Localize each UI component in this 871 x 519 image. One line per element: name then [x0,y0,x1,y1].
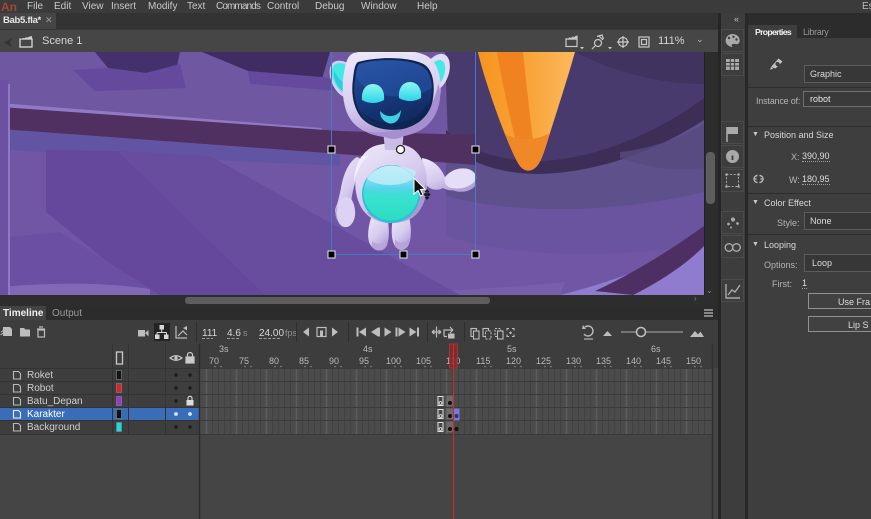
svg-text:24.00: 24.00 [259,328,284,339]
svg-text:130: 130 [566,356,581,366]
svg-text:Batu_Depan: Batu_Depan [27,396,83,407]
svg-text:Background: Background [27,422,80,433]
svg-text:120: 120 [506,356,521,366]
svg-text:80: 80 [269,356,279,366]
svg-text:s: s [243,328,248,338]
svg-text:6s: 6s [651,344,661,354]
svg-text:135: 135 [596,356,611,366]
svg-text:115: 115 [476,356,490,366]
svg-text:95: 95 [359,356,369,366]
svg-text:100: 100 [386,356,401,366]
svg-text:5s: 5s [507,344,517,354]
svg-text:4.6: 4.6 [227,328,241,339]
svg-text:111: 111 [202,328,218,339]
svg-text:Robot: Robot [27,383,54,394]
svg-text:4s: 4s [363,344,373,354]
svg-text:145: 145 [656,356,671,366]
svg-text:140: 140 [626,356,641,366]
svg-text:75: 75 [239,356,249,366]
svg-text:150: 150 [686,356,701,366]
svg-text:90: 90 [329,356,339,366]
svg-text:105: 105 [416,356,431,366]
svg-text:70: 70 [209,356,219,366]
svg-text:Roket: Roket [27,370,53,381]
svg-text:3s: 3s [219,344,229,354]
svg-text:125: 125 [536,356,551,366]
svg-text:fps: fps [285,328,298,338]
svg-text:Karakter: Karakter [27,409,65,420]
svg-text:Timeline: Timeline [3,308,44,319]
svg-text:85: 85 [299,356,309,366]
svg-text:Output: Output [52,308,82,319]
